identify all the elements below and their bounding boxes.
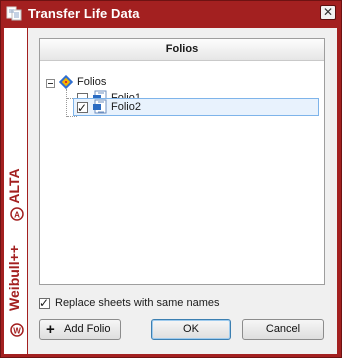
tree-header: Folios — [40, 39, 324, 61]
tree-connector — [66, 89, 67, 117]
folio2-label: Folio2 — [111, 101, 141, 113]
folio-root-icon — [59, 75, 73, 89]
folio2-checkbox[interactable]: ✓ — [77, 101, 88, 115]
brand-alta-label: ALTA — [6, 168, 22, 203]
dialog-window: Transfer Life Data ✕ ALTA A Weibull++ W … — [0, 0, 342, 358]
brand-logos: ALTA A Weibull++ W — [6, 168, 24, 337]
window-title: Transfer Life Data — [28, 6, 140, 21]
tree-connector — [67, 116, 77, 117]
replace-checkbox[interactable]: ✓ — [39, 296, 50, 310]
folio-tree[interactable]: Folios Folios ✓ Folio2 — [39, 38, 325, 285]
plus-icon: + — [46, 321, 55, 338]
cancel-button[interactable]: Cancel — [242, 319, 324, 340]
replace-label: Replace sheets with same names — [55, 297, 220, 309]
tree-item-folio2[interactable]: ✓ Folio2 — [77, 98, 277, 116]
title-bar[interactable]: Transfer Life Data ✕ — [1, 1, 341, 27]
dialog-content: Folios Folios ✓ Folio2 ✓ Replace sheets … — [28, 28, 337, 354]
transfer-icon — [6, 6, 22, 21]
brand-weibull-label: Weibull++ — [6, 245, 22, 311]
add-folio-button[interactable]: + Add Folio — [39, 319, 121, 340]
close-button[interactable]: ✕ — [320, 5, 336, 20]
svg-text:W: W — [13, 327, 21, 336]
svg-text:A: A — [14, 211, 20, 220]
folio-sheet-icon — [93, 99, 107, 114]
collapse-toggle[interactable] — [46, 79, 55, 88]
add-folio-label: Add Folio — [64, 323, 111, 335]
close-icon: ✕ — [322, 5, 334, 19]
ok-button[interactable]: OK — [151, 319, 231, 340]
brand-strip: ALTA A Weibull++ W — [4, 28, 27, 354]
